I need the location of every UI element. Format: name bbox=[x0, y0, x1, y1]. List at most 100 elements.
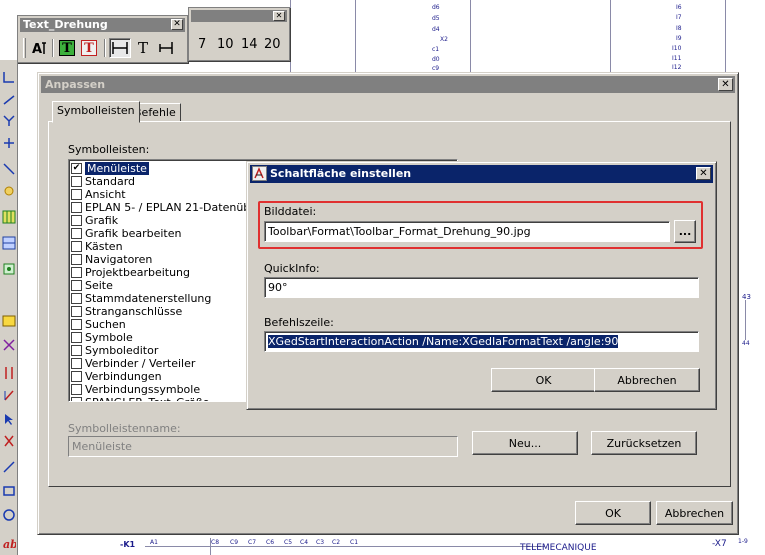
image-file-value: Toolbar\Format\Toolbar_Format_Drehung_90… bbox=[268, 225, 531, 238]
toolbar-list-item-label: Ansicht bbox=[85, 188, 126, 201]
toolbar-checkbox[interactable] bbox=[71, 254, 82, 265]
toolbar-list-item[interactable]: Stranganschlüsse bbox=[71, 305, 182, 318]
toolbar-checkbox[interactable] bbox=[71, 345, 82, 356]
toolbar-checkbox[interactable] bbox=[71, 293, 82, 304]
anchor-text-icon[interactable]: A bbox=[30, 38, 48, 58]
image-file-input[interactable]: Toolbar\Format\Toolbar_Format_Drehung_90… bbox=[264, 221, 670, 242]
schalt-cancel-button[interactable]: Abbrechen bbox=[594, 368, 700, 392]
diagonal-tool-icon[interactable] bbox=[2, 162, 16, 176]
schematic-label-43: 43 bbox=[742, 293, 751, 301]
number-toolbar-close-button[interactable]: ✕ bbox=[273, 11, 285, 21]
schalt-titlebar[interactable]: Schaltfläche einstellen bbox=[250, 165, 713, 183]
note-tool-icon[interactable] bbox=[2, 314, 16, 328]
toolbar-list-item[interactable]: SPANGLER_Text_Größe bbox=[71, 396, 209, 401]
toolbar-list-item[interactable]: ✔ Menüleiste bbox=[71, 162, 149, 175]
toolbar-name-input[interactable]: Menüleiste bbox=[68, 436, 458, 457]
text-width-icon[interactable] bbox=[109, 38, 131, 58]
pointer-tool-icon[interactable] bbox=[2, 412, 16, 426]
toolbar-grip[interactable] bbox=[23, 38, 26, 58]
bars-tool-icon[interactable] bbox=[2, 366, 16, 380]
number-20[interactable]: 20 bbox=[264, 37, 281, 52]
eplan-app-icon bbox=[252, 166, 267, 181]
symbol-tool-icon[interactable] bbox=[2, 184, 16, 198]
toolbar-checkbox[interactable] bbox=[71, 202, 82, 213]
anpassen-cancel-button[interactable]: Abbrechen bbox=[656, 501, 733, 525]
reset-toolbar-button[interactable]: Zurücksetzen bbox=[591, 431, 697, 455]
toolbar-checkbox[interactable] bbox=[71, 332, 82, 343]
toolbar-list-item[interactable]: Standard bbox=[71, 175, 135, 188]
new-toolbar-button[interactable]: Neu... bbox=[472, 431, 578, 455]
schematic-bottom-terminal: C8 bbox=[211, 539, 220, 546]
toolbar-list-item[interactable]: Ansicht bbox=[71, 188, 126, 201]
toolbar-name-value: Menüleiste bbox=[72, 440, 132, 453]
toolbar-title[interactable]: Text_Drehung bbox=[20, 18, 185, 32]
array-tool-icon[interactable] bbox=[2, 236, 16, 250]
text-right-align-icon[interactable] bbox=[156, 38, 178, 58]
grid-tool-icon[interactable] bbox=[2, 210, 16, 224]
toolbar-list-item[interactable]: Verbinder / Verteiler bbox=[71, 357, 195, 370]
toolbar-checkbox[interactable] bbox=[71, 384, 82, 395]
schematic-x7-pin: 1-9 bbox=[738, 538, 748, 545]
toolbar-list-item[interactable]: EPLAN 5- / EPLAN 21-Datenüberi bbox=[71, 201, 265, 214]
anpassen-ok-button[interactable]: OK bbox=[575, 501, 651, 525]
toolbar-list-item[interactable]: Projektbearbeitung bbox=[71, 266, 190, 279]
toolbar-checkbox[interactable] bbox=[71, 267, 82, 278]
toolbar-list-item[interactable]: Kästen bbox=[71, 240, 123, 253]
slash-tool-icon[interactable] bbox=[2, 460, 16, 474]
text-plain-icon[interactable]: T bbox=[133, 38, 153, 58]
toolbar-list-item[interactable]: Seite bbox=[71, 279, 113, 292]
schalt-close-button[interactable]: ✕ bbox=[696, 167, 711, 180]
number-10[interactable]: 10 bbox=[217, 37, 234, 52]
toolbar-checkbox[interactable] bbox=[71, 371, 82, 382]
switch-tool-icon[interactable] bbox=[2, 388, 16, 402]
text-red-icon[interactable]: T bbox=[79, 38, 99, 58]
line-tool-icon[interactable] bbox=[2, 70, 16, 84]
anpassen-title: Anpassen bbox=[45, 78, 106, 91]
toolbar-list-item[interactable]: Grafik bbox=[71, 214, 118, 227]
toolbar-checkbox[interactable] bbox=[71, 358, 82, 369]
toolbar-list-item[interactable]: Symbole bbox=[71, 331, 133, 344]
toolbar-list-item-label: Menüleiste bbox=[85, 162, 149, 175]
number-7[interactable]: 7 bbox=[198, 37, 206, 52]
quickinfo-input[interactable]: 90° bbox=[264, 277, 699, 298]
anpassen-titlebar[interactable]: Anpassen bbox=[41, 76, 735, 93]
schematic-a1: A1 bbox=[150, 539, 158, 546]
tab-symbolleisten[interactable]: Symbolleisten bbox=[52, 101, 140, 123]
toolbar-list-item[interactable]: Grafik bearbeiten bbox=[71, 227, 181, 240]
schalt-ok-button[interactable]: OK bbox=[491, 368, 596, 392]
toolbar-close-button[interactable]: ✕ bbox=[171, 19, 183, 30]
command-line-input[interactable]: XGedStartInteractionAction /Name:XGedIaF… bbox=[264, 331, 699, 352]
toolbar-list-item[interactable]: Navigatoren bbox=[71, 253, 152, 266]
toolbar-checkbox[interactable] bbox=[71, 228, 82, 239]
connect-tool-icon[interactable] bbox=[2, 114, 16, 128]
toolbar-checkbox[interactable] bbox=[71, 306, 82, 317]
toolbar-list-item[interactable]: Stammdatenerstellung bbox=[71, 292, 211, 305]
toolbar-checkbox[interactable] bbox=[71, 241, 82, 252]
angle-tool-icon[interactable] bbox=[2, 92, 16, 106]
toolbar-checkbox[interactable] bbox=[71, 397, 82, 401]
toolbar-list-item[interactable]: Symboleditor bbox=[71, 344, 158, 357]
toolbar-list-item-label: Verbindungen bbox=[85, 370, 162, 383]
toolbar-checkbox[interactable]: ✔ bbox=[71, 163, 82, 174]
toolbar-list-item[interactable]: Suchen bbox=[71, 318, 126, 331]
cross-tool-icon[interactable] bbox=[2, 338, 16, 352]
anpassen-close-button[interactable]: ✕ bbox=[718, 78, 733, 91]
toolbar-checkbox[interactable] bbox=[71, 280, 82, 291]
circle-tool-icon[interactable] bbox=[2, 508, 16, 522]
toolbar-checkbox[interactable] bbox=[71, 176, 82, 187]
browse-button[interactable]: ... bbox=[674, 220, 696, 243]
button-label: Abbrechen bbox=[664, 506, 725, 520]
toolbar-checkbox[interactable] bbox=[71, 189, 82, 200]
move-tool-icon[interactable] bbox=[2, 262, 16, 276]
toolbar-list-item[interactable]: Verbindungen bbox=[71, 370, 162, 383]
toolbar-checkbox[interactable] bbox=[71, 319, 82, 330]
text-style-icon[interactable]: ab bbox=[2, 536, 18, 551]
split-tool-icon[interactable] bbox=[2, 434, 16, 448]
text-green-icon[interactable]: T bbox=[57, 38, 77, 58]
branch-tool-icon[interactable] bbox=[2, 136, 16, 150]
toolbar-checkbox[interactable] bbox=[71, 215, 82, 226]
number-14[interactable]: 14 bbox=[241, 37, 258, 52]
toolbar-list-item-label: Suchen bbox=[85, 318, 126, 331]
rectangle-tool-icon[interactable] bbox=[2, 484, 16, 498]
toolbar-list-item[interactable]: Verbindungssymbole bbox=[71, 383, 200, 396]
